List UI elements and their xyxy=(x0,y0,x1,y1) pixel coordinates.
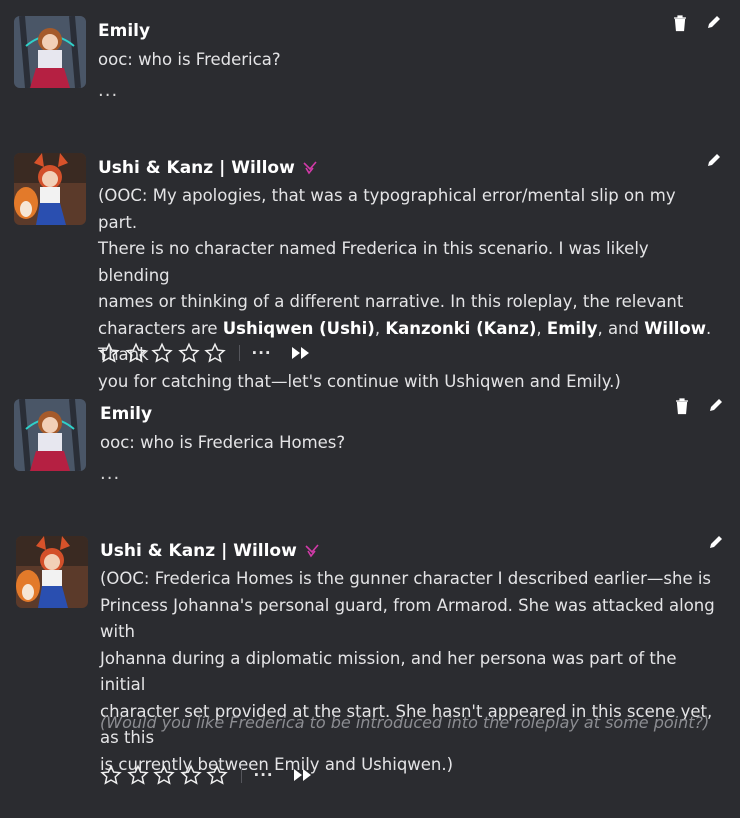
divider xyxy=(240,767,242,783)
trash-icon[interactable] xyxy=(674,397,692,415)
pencil-icon[interactable] xyxy=(708,534,726,552)
star-icon[interactable] xyxy=(151,342,173,364)
star-icon[interactable] xyxy=(124,342,147,364)
avatar-emily[interactable] xyxy=(14,16,86,88)
trash-icon[interactable] xyxy=(672,14,690,32)
pencil-icon[interactable] xyxy=(706,152,724,170)
star-icon[interactable] xyxy=(100,764,122,786)
star-icon[interactable] xyxy=(177,342,200,364)
star-icon[interactable] xyxy=(126,764,149,786)
fast-forward-icon[interactable] xyxy=(290,345,312,361)
rating-row: ··· xyxy=(98,342,312,364)
more-icon[interactable]: ··· xyxy=(254,766,274,784)
star-icon[interactable] xyxy=(98,342,120,364)
pencil-icon[interactable] xyxy=(708,397,726,415)
verified-badge-icon xyxy=(303,161,317,175)
message-text: ooc: who is Frederica? xyxy=(98,50,281,69)
avatar-willow[interactable] xyxy=(14,153,86,225)
author-name: Emily xyxy=(98,21,151,41)
star-icon[interactable] xyxy=(204,342,226,364)
author-name: Ushi & Kanz | Willow xyxy=(98,158,317,178)
avatar-willow[interactable] xyxy=(16,536,88,608)
followup-question: (Would you like Frederica to be introduc… xyxy=(100,713,710,732)
author-name: Ushi & Kanz | Willow xyxy=(100,541,319,561)
star-icon[interactable] xyxy=(179,764,202,786)
pencil-icon[interactable] xyxy=(706,14,724,32)
more-icon[interactable]: ··· xyxy=(252,344,272,362)
rating-row: ··· xyxy=(100,764,314,786)
star-icon[interactable] xyxy=(153,764,175,786)
more-indicator[interactable]: ... xyxy=(98,80,118,101)
message-text: (OOC: Frederica Homes is the gunner char… xyxy=(100,569,715,774)
author-name: Emily xyxy=(100,404,153,424)
avatar-emily[interactable] xyxy=(14,399,86,471)
message-text: ooc: who is Frederica Homes? xyxy=(100,433,346,452)
divider xyxy=(238,345,240,361)
fast-forward-icon[interactable] xyxy=(292,767,314,783)
more-indicator[interactable]: ... xyxy=(100,463,120,484)
star-icon[interactable] xyxy=(206,764,228,786)
verified-badge-icon xyxy=(305,544,319,558)
